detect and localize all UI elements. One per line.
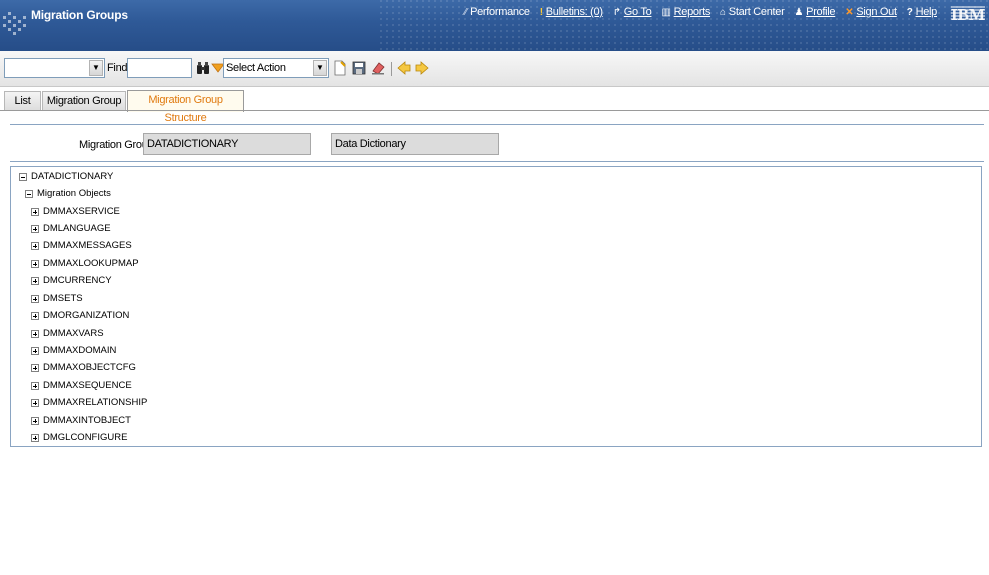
tree-node-root[interactable]: DATADICTIONARY	[19, 171, 113, 182]
maximo-logo-icon	[3, 12, 26, 35]
profile-link[interactable]: ♟ Profile	[794, 6, 835, 18]
tree-node[interactable]: DMSETS	[31, 293, 83, 304]
chevron-down-icon[interactable]: ▼	[89, 60, 103, 76]
start-center-icon: ⌂	[720, 6, 726, 18]
clear-changes-icon[interactable]	[370, 60, 386, 76]
tab-migration-group-structure[interactable]: Migration Group Structure	[127, 90, 244, 124]
performance-icon: ⁄⁄	[464, 6, 468, 18]
tree-node[interactable]: DMMAXVARS	[31, 328, 104, 339]
sign-out-icon: ✕	[845, 6, 854, 18]
find-input[interactable]	[127, 58, 192, 78]
tree-node[interactable]: DMCURRENCY	[31, 275, 112, 286]
expand-icon[interactable]	[31, 224, 39, 233]
tab-migration-group[interactable]: Migration Group	[42, 91, 126, 111]
tree-node[interactable]: DMMAXINTOBJECT	[31, 415, 131, 426]
reports-icon: ▥	[661, 6, 671, 18]
expand-icon[interactable]	[31, 329, 39, 338]
help-icon: ?	[906, 6, 913, 18]
tree-node[interactable]: DMGLCONFIGURE	[31, 432, 127, 443]
migration-group-field: DATADICTIONARY	[143, 133, 311, 155]
expand-icon[interactable]	[31, 276, 39, 285]
section-divider	[10, 161, 984, 162]
tree-node[interactable]: DMMAXMESSAGES	[31, 240, 132, 251]
new-record-icon[interactable]	[332, 60, 348, 76]
previous-record-icon[interactable]	[396, 60, 412, 76]
tab-baseline	[0, 110, 989, 111]
start-center-link[interactable]: ⌂ Start Center	[720, 6, 785, 18]
tree-node[interactable]: DMMAXLOOKUPMAP	[31, 258, 139, 269]
expand-icon[interactable]	[31, 294, 39, 303]
toolbar-divider	[391, 62, 392, 76]
expand-icon[interactable]	[31, 207, 39, 216]
toolbar: ▼ Find: Select Action ▼	[0, 51, 989, 87]
app-header: Migration Groups ⁄⁄ Performance ! Bullet…	[0, 0, 989, 51]
expand-icon[interactable]	[31, 241, 39, 250]
tab-list[interactable]: List	[4, 91, 41, 111]
tree-node[interactable]: DMMAXRELATIONSHIP	[31, 397, 147, 408]
profile-icon: ♟	[794, 6, 804, 18]
help-link[interactable]: ? Help	[906, 6, 938, 18]
tree-node[interactable]: DMMAXDOMAIN	[31, 345, 116, 356]
next-record-icon[interactable]	[414, 60, 430, 76]
description-field: Data Dictionary	[331, 133, 499, 155]
app-title: Migration Groups	[31, 8, 128, 22]
goto-link[interactable]: ↱ Go To	[613, 6, 652, 18]
svg-text:IBM: IBM	[951, 5, 985, 23]
tree-node[interactable]: DMMAXSERVICE	[31, 206, 120, 217]
tree-node[interactable]: DMMAXSEQUENCE	[31, 380, 132, 391]
sign-out-link[interactable]: ✕ Sign Out	[845, 6, 897, 18]
tree-node[interactable]: DMORGANIZATION	[31, 310, 129, 321]
select-action-dropdown[interactable]: Select Action ▼	[223, 58, 329, 78]
goto-icon: ↱	[612, 6, 621, 18]
save-icon[interactable]	[351, 60, 367, 76]
collapse-icon[interactable]	[19, 172, 27, 181]
section-divider	[10, 124, 984, 125]
performance-link[interactable]: ⁄⁄ Performance	[464, 6, 530, 18]
expand-icon[interactable]	[31, 363, 39, 372]
expand-icon[interactable]	[31, 433, 39, 442]
tree-node-migration-objects[interactable]: Migration Objects	[25, 188, 111, 199]
saved-query-select[interactable]: ▼	[4, 58, 105, 78]
expand-icon[interactable]	[31, 259, 39, 268]
bulletins-icon: !	[539, 6, 543, 18]
tree-node[interactable]: DMMAXOBJECTCFG	[31, 362, 136, 373]
header-nav: ⁄⁄ Performance ! Bulletins: (0) ↱ Go To …	[454, 6, 937, 18]
ibm-logo: IBM	[951, 5, 985, 23]
expand-icon[interactable]	[31, 381, 39, 390]
migration-structure-tree: DATADICTIONARY Migration Objects DMMAXSE…	[10, 166, 982, 447]
tree-node[interactable]: DMLANGUAGE	[31, 223, 111, 234]
reports-link[interactable]: ▥ Reports	[661, 6, 710, 18]
chevron-down-icon[interactable]: ▼	[313, 60, 327, 76]
expand-icon[interactable]	[31, 311, 39, 320]
expand-icon[interactable]	[31, 398, 39, 407]
binoculars-icon[interactable]	[195, 60, 211, 76]
collapse-icon[interactable]	[25, 189, 33, 198]
expand-icon[interactable]	[31, 416, 39, 425]
tab-bar: List Migration Group Migration Group Str…	[0, 87, 989, 124]
bulletins-link[interactable]: ! Bulletins: (0)	[540, 6, 603, 18]
expand-icon[interactable]	[31, 346, 39, 355]
